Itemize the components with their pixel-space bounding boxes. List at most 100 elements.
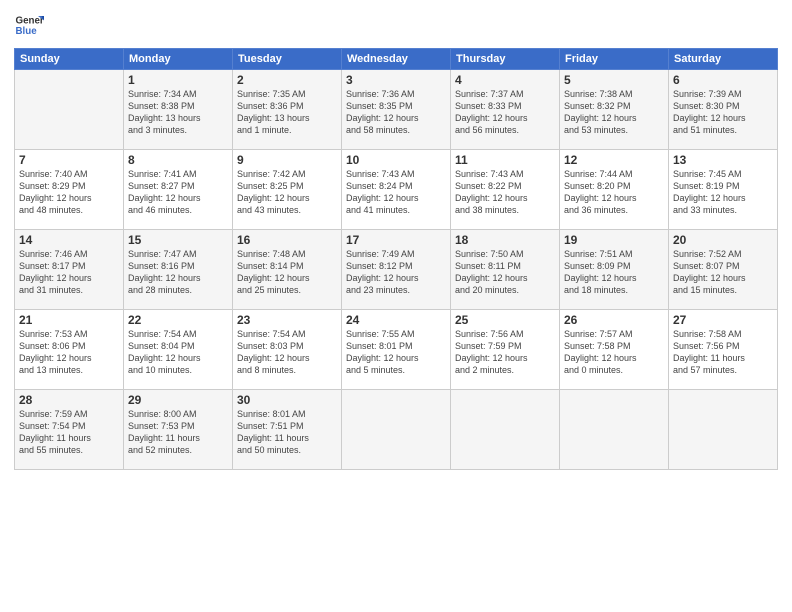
- calendar-cell: 25Sunrise: 7:56 AM Sunset: 7:59 PM Dayli…: [451, 310, 560, 390]
- calendar-cell: [15, 70, 124, 150]
- calendar-table: Sunday Monday Tuesday Wednesday Thursday…: [14, 48, 778, 470]
- day-number: 4: [455, 73, 555, 87]
- col-saturday: Saturday: [669, 49, 778, 70]
- calendar-cell: [669, 390, 778, 470]
- day-number: 11: [455, 153, 555, 167]
- day-info: Sunrise: 7:36 AM Sunset: 8:35 PM Dayligh…: [346, 88, 446, 137]
- calendar-cell: 20Sunrise: 7:52 AM Sunset: 8:07 PM Dayli…: [669, 230, 778, 310]
- calendar-cell: 17Sunrise: 7:49 AM Sunset: 8:12 PM Dayli…: [342, 230, 451, 310]
- day-number: 24: [346, 313, 446, 327]
- day-info: Sunrise: 7:41 AM Sunset: 8:27 PM Dayligh…: [128, 168, 228, 217]
- calendar-cell: 2Sunrise: 7:35 AM Sunset: 8:36 PM Daylig…: [233, 70, 342, 150]
- logo-icon: General Blue: [14, 10, 44, 40]
- day-info: Sunrise: 8:01 AM Sunset: 7:51 PM Dayligh…: [237, 408, 337, 457]
- header-row: Sunday Monday Tuesday Wednesday Thursday…: [15, 49, 778, 70]
- col-friday: Friday: [560, 49, 669, 70]
- day-info: Sunrise: 8:00 AM Sunset: 7:53 PM Dayligh…: [128, 408, 228, 457]
- day-info: Sunrise: 7:35 AM Sunset: 8:36 PM Dayligh…: [237, 88, 337, 137]
- week-row-4: 28Sunrise: 7:59 AM Sunset: 7:54 PM Dayli…: [15, 390, 778, 470]
- svg-text:Blue: Blue: [16, 26, 38, 37]
- calendar-cell: 11Sunrise: 7:43 AM Sunset: 8:22 PM Dayli…: [451, 150, 560, 230]
- day-info: Sunrise: 7:48 AM Sunset: 8:14 PM Dayligh…: [237, 248, 337, 297]
- day-info: Sunrise: 7:44 AM Sunset: 8:20 PM Dayligh…: [564, 168, 664, 217]
- calendar-cell: 1Sunrise: 7:34 AM Sunset: 8:38 PM Daylig…: [124, 70, 233, 150]
- week-row-0: 1Sunrise: 7:34 AM Sunset: 8:38 PM Daylig…: [15, 70, 778, 150]
- calendar-cell: 10Sunrise: 7:43 AM Sunset: 8:24 PM Dayli…: [342, 150, 451, 230]
- day-number: 27: [673, 313, 773, 327]
- day-number: 17: [346, 233, 446, 247]
- calendar-header: Sunday Monday Tuesday Wednesday Thursday…: [15, 49, 778, 70]
- day-info: Sunrise: 7:39 AM Sunset: 8:30 PM Dayligh…: [673, 88, 773, 137]
- day-number: 15: [128, 233, 228, 247]
- day-number: 6: [673, 73, 773, 87]
- day-number: 7: [19, 153, 119, 167]
- day-info: Sunrise: 7:51 AM Sunset: 8:09 PM Dayligh…: [564, 248, 664, 297]
- calendar-body: 1Sunrise: 7:34 AM Sunset: 8:38 PM Daylig…: [15, 70, 778, 470]
- day-number: 1: [128, 73, 228, 87]
- day-number: 25: [455, 313, 555, 327]
- day-info: Sunrise: 7:49 AM Sunset: 8:12 PM Dayligh…: [346, 248, 446, 297]
- day-number: 2: [237, 73, 337, 87]
- day-info: Sunrise: 7:47 AM Sunset: 8:16 PM Dayligh…: [128, 248, 228, 297]
- calendar-cell: 27Sunrise: 7:58 AM Sunset: 7:56 PM Dayli…: [669, 310, 778, 390]
- calendar-cell: 26Sunrise: 7:57 AM Sunset: 7:58 PM Dayli…: [560, 310, 669, 390]
- day-info: Sunrise: 7:50 AM Sunset: 8:11 PM Dayligh…: [455, 248, 555, 297]
- calendar-cell: 7Sunrise: 7:40 AM Sunset: 8:29 PM Daylig…: [15, 150, 124, 230]
- day-number: 22: [128, 313, 228, 327]
- day-info: Sunrise: 7:34 AM Sunset: 8:38 PM Dayligh…: [128, 88, 228, 137]
- day-info: Sunrise: 7:54 AM Sunset: 8:03 PM Dayligh…: [237, 328, 337, 377]
- calendar-cell: 21Sunrise: 7:53 AM Sunset: 8:06 PM Dayli…: [15, 310, 124, 390]
- calendar-cell: 14Sunrise: 7:46 AM Sunset: 8:17 PM Dayli…: [15, 230, 124, 310]
- day-number: 8: [128, 153, 228, 167]
- calendar-cell: 22Sunrise: 7:54 AM Sunset: 8:04 PM Dayli…: [124, 310, 233, 390]
- col-monday: Monday: [124, 49, 233, 70]
- calendar-cell: 9Sunrise: 7:42 AM Sunset: 8:25 PM Daylig…: [233, 150, 342, 230]
- calendar-cell: 29Sunrise: 8:00 AM Sunset: 7:53 PM Dayli…: [124, 390, 233, 470]
- day-info: Sunrise: 7:43 AM Sunset: 8:22 PM Dayligh…: [455, 168, 555, 217]
- day-info: Sunrise: 7:58 AM Sunset: 7:56 PM Dayligh…: [673, 328, 773, 377]
- calendar-cell: 3Sunrise: 7:36 AM Sunset: 8:35 PM Daylig…: [342, 70, 451, 150]
- day-info: Sunrise: 7:43 AM Sunset: 8:24 PM Dayligh…: [346, 168, 446, 217]
- calendar-cell: 8Sunrise: 7:41 AM Sunset: 8:27 PM Daylig…: [124, 150, 233, 230]
- day-number: 21: [19, 313, 119, 327]
- day-number: 3: [346, 73, 446, 87]
- day-number: 12: [564, 153, 664, 167]
- calendar-cell: 19Sunrise: 7:51 AM Sunset: 8:09 PM Dayli…: [560, 230, 669, 310]
- day-info: Sunrise: 7:38 AM Sunset: 8:32 PM Dayligh…: [564, 88, 664, 137]
- calendar-cell: 16Sunrise: 7:48 AM Sunset: 8:14 PM Dayli…: [233, 230, 342, 310]
- col-tuesday: Tuesday: [233, 49, 342, 70]
- week-row-1: 7Sunrise: 7:40 AM Sunset: 8:29 PM Daylig…: [15, 150, 778, 230]
- day-number: 20: [673, 233, 773, 247]
- week-row-2: 14Sunrise: 7:46 AM Sunset: 8:17 PM Dayli…: [15, 230, 778, 310]
- col-sunday: Sunday: [15, 49, 124, 70]
- day-number: 5: [564, 73, 664, 87]
- day-number: 30: [237, 393, 337, 407]
- day-number: 16: [237, 233, 337, 247]
- logo: General Blue: [14, 10, 48, 40]
- page: General Blue Sunday Monday Tuesday Wedne…: [0, 0, 792, 612]
- day-number: 28: [19, 393, 119, 407]
- day-info: Sunrise: 7:37 AM Sunset: 8:33 PM Dayligh…: [455, 88, 555, 137]
- day-info: Sunrise: 7:42 AM Sunset: 8:25 PM Dayligh…: [237, 168, 337, 217]
- calendar-cell: [342, 390, 451, 470]
- header: General Blue: [14, 10, 778, 40]
- day-info: Sunrise: 7:45 AM Sunset: 8:19 PM Dayligh…: [673, 168, 773, 217]
- calendar-cell: 18Sunrise: 7:50 AM Sunset: 8:11 PM Dayli…: [451, 230, 560, 310]
- day-info: Sunrise: 7:57 AM Sunset: 7:58 PM Dayligh…: [564, 328, 664, 377]
- day-info: Sunrise: 7:56 AM Sunset: 7:59 PM Dayligh…: [455, 328, 555, 377]
- calendar-cell: 15Sunrise: 7:47 AM Sunset: 8:16 PM Dayli…: [124, 230, 233, 310]
- day-number: 10: [346, 153, 446, 167]
- calendar-cell: 4Sunrise: 7:37 AM Sunset: 8:33 PM Daylig…: [451, 70, 560, 150]
- day-number: 18: [455, 233, 555, 247]
- day-number: 9: [237, 153, 337, 167]
- week-row-3: 21Sunrise: 7:53 AM Sunset: 8:06 PM Dayli…: [15, 310, 778, 390]
- calendar-cell: 13Sunrise: 7:45 AM Sunset: 8:19 PM Dayli…: [669, 150, 778, 230]
- day-info: Sunrise: 7:46 AM Sunset: 8:17 PM Dayligh…: [19, 248, 119, 297]
- day-number: 14: [19, 233, 119, 247]
- day-info: Sunrise: 7:54 AM Sunset: 8:04 PM Dayligh…: [128, 328, 228, 377]
- calendar-cell: 5Sunrise: 7:38 AM Sunset: 8:32 PM Daylig…: [560, 70, 669, 150]
- day-info: Sunrise: 7:52 AM Sunset: 8:07 PM Dayligh…: [673, 248, 773, 297]
- calendar-cell: 12Sunrise: 7:44 AM Sunset: 8:20 PM Dayli…: [560, 150, 669, 230]
- day-number: 23: [237, 313, 337, 327]
- col-thursday: Thursday: [451, 49, 560, 70]
